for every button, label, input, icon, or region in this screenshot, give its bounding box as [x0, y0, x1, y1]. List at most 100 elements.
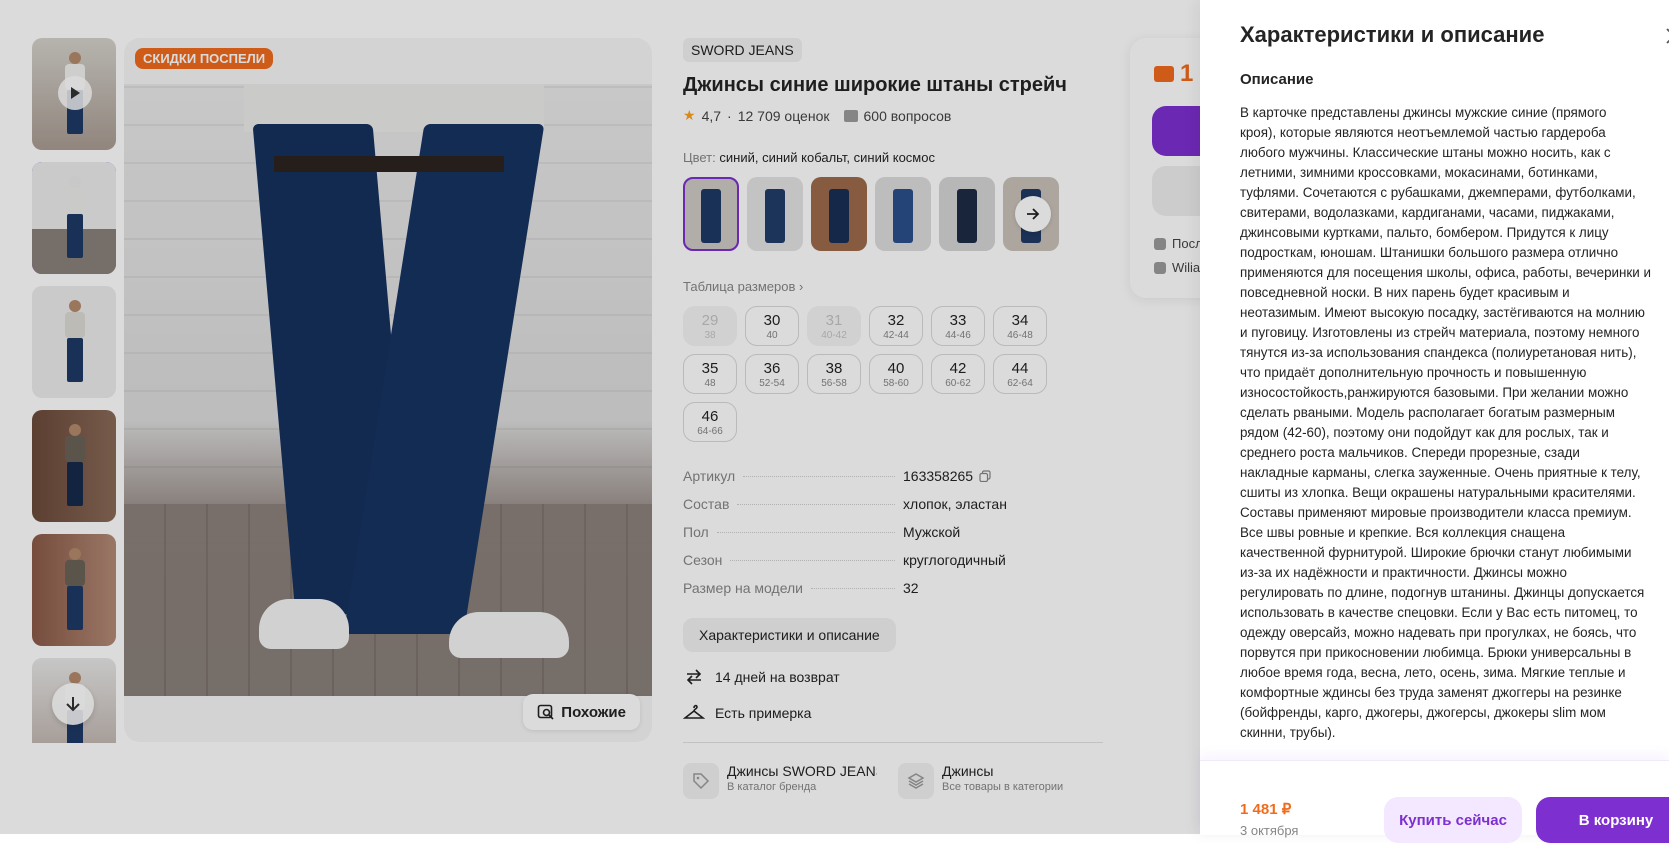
size-range: 44-46 — [945, 329, 971, 341]
size-option[interactable]: 36 52-54 — [745, 354, 799, 394]
spec-value-text: круглогодичный — [903, 552, 1006, 568]
size-option[interactable]: 40 58-60 — [869, 354, 923, 394]
size-range: 60-62 — [945, 377, 971, 389]
add-to-cart-button[interactable]: В корзину — [1536, 797, 1669, 843]
color-swatch-1[interactable] — [683, 177, 739, 251]
spec-row: Размер на модели 32 — [683, 580, 1103, 608]
spec-value-text: Мужской — [903, 524, 961, 540]
swatches-next-button[interactable] — [1015, 196, 1051, 232]
size-option[interactable]: 30 40 — [745, 306, 799, 346]
drawer-footer: 1 481 ₽ 3 октября Купить сейчас В корзин… — [1200, 760, 1669, 843]
size-number: 33 — [949, 311, 967, 329]
brand-badge[interactable]: SWORD JEANS — [683, 38, 802, 62]
catalog-links: Джинсы SWORD JEANS В каталог бренда Джин… — [683, 763, 1103, 799]
similar-button[interactable]: Похожие — [523, 694, 640, 730]
thumbnail-list[interactable] — [32, 38, 116, 743]
spec-list: Артикул 163358265 Состав хлопок, эластан Пол… — [683, 468, 1103, 608]
size-option[interactable]: 33 44-46 — [931, 306, 985, 346]
delivery-date: 3 октября — [1240, 823, 1299, 838]
category-link-sub: Все товары в категории — [942, 781, 1064, 793]
perk-fitting: Есть примерка — [683, 702, 1103, 724]
product-page: СКИДКИ ПОСПЕЛИ Похожие SWORD JEANS Джинс… — [0, 0, 1669, 843]
color-value: синий, синий кобальт, синий космос — [719, 150, 935, 165]
size-number: 42 — [949, 359, 967, 377]
product-photo — [124, 84, 652, 696]
size-option[interactable]: 42 60-62 — [931, 354, 985, 394]
buy-card-price: 1 — [1154, 60, 1193, 88]
size-option[interactable]: 35 48 — [683, 354, 737, 394]
characteristics-button[interactable]: Характеристики и описание — [683, 618, 896, 652]
spec-row: Пол Мужской — [683, 524, 1103, 552]
main-product-image[interactable]: СКИДКИ ПОСПЕЛИ Похожие — [124, 38, 652, 742]
copy-icon[interactable] — [979, 470, 991, 482]
layers-icon — [907, 773, 925, 789]
spec-value: 163358265 — [903, 468, 1103, 484]
buy-card-line-2: Wilia — [1154, 260, 1200, 275]
size-range: 42-44 — [883, 329, 909, 341]
spec-key: Состав — [683, 496, 730, 512]
size-number: 35 — [701, 359, 719, 377]
arrow-down-icon — [66, 697, 80, 712]
product-info: SWORD JEANS Джинсы синие широкие штаны с… — [683, 38, 1103, 799]
spec-row: Состав хлопок, эластан — [683, 496, 1103, 524]
spec-value: Мужской — [903, 524, 1103, 540]
scroll-down-button[interactable] — [52, 683, 94, 725]
close-icon — [1666, 28, 1669, 44]
buy-now-button[interactable]: Купить сейчас — [1384, 797, 1522, 843]
rating-row[interactable]: ★ 4,7 · 12 709 оценок 600 вопросов — [683, 107, 1103, 124]
similar-label: Похожие — [561, 703, 626, 721]
size-range: 46-48 — [1007, 329, 1033, 341]
category-link[interactable]: Джинсы Все товары в категории — [898, 763, 1103, 799]
brand-link-sub: В каталог бренда — [727, 781, 817, 793]
divider — [683, 742, 1103, 743]
size-range: 64-66 — [697, 425, 723, 437]
spec-dots — [737, 504, 895, 505]
truck-icon — [1154, 261, 1166, 274]
spec-key: Сезон — [683, 552, 723, 568]
brand-link-title: Джинсы SWORD JEANS — [727, 763, 877, 779]
brand-catalog-link[interactable]: Джинсы SWORD JEANS В каталог бренда — [683, 763, 888, 799]
size-number: 32 — [887, 311, 905, 329]
size-option[interactable]: 46 64-66 — [683, 402, 737, 442]
characteristics-drawer: Характеристики и описание Описание В кар… — [1200, 0, 1669, 843]
color-swatch-4[interactable] — [875, 177, 931, 251]
size-range: 40-42 — [821, 329, 847, 341]
size-range: 56-58 — [821, 377, 847, 389]
thumbnail-5[interactable] — [32, 534, 116, 646]
close-button[interactable] — [1664, 26, 1669, 46]
spec-value-text: 163358265 — [903, 468, 974, 484]
size-number: 46 — [701, 407, 719, 425]
buy-card: 1 Посл Wilia — [1130, 38, 1212, 298]
color-swatch-3[interactable] — [811, 177, 867, 251]
size-range: 48 — [704, 377, 716, 389]
thumbnail-4[interactable] — [32, 410, 116, 522]
star-icon: ★ — [683, 107, 696, 123]
size-range: 38 — [704, 329, 716, 341]
spec-value-text: хлопок, эластан — [903, 496, 1007, 512]
thumbnail-3[interactable] — [32, 286, 116, 398]
size-table-link[interactable]: Таблица размеров › — [683, 279, 1103, 294]
tag-icon — [693, 773, 710, 790]
thumbnail-video[interactable] — [32, 38, 116, 150]
thumbnail-selected[interactable] — [32, 162, 116, 274]
size-option[interactable]: 38 56-58 — [807, 354, 861, 394]
size-option[interactable]: 32 42-44 — [869, 306, 923, 346]
spec-value: 32 — [903, 580, 1103, 596]
sale-badge: СКИДКИ ПОСПЕЛИ — [135, 48, 274, 69]
spec-value-text: 32 — [903, 580, 919, 596]
spec-key: Артикул — [683, 468, 736, 484]
color-swatch-5[interactable] — [939, 177, 995, 251]
size-number: 30 — [763, 311, 781, 329]
perk-return: 14 дней на возврат — [683, 666, 1103, 688]
size-option[interactable]: 44 62-64 — [993, 354, 1047, 394]
size-option[interactable]: 34 46-48 — [993, 306, 1047, 346]
size-number: 36 — [763, 359, 781, 377]
arrow-right-icon — [1027, 208, 1040, 220]
product-title: Джинсы синие широкие штаны стрейч — [683, 74, 1067, 96]
color-swatches — [683, 177, 1063, 251]
questions-count[interactable]: 600 вопросов — [864, 108, 952, 124]
reviews-count[interactable]: 12 709 оценок — [738, 108, 830, 124]
color-swatch-2[interactable] — [747, 177, 803, 251]
wallet-icon — [1154, 66, 1174, 82]
play-icon[interactable] — [58, 76, 92, 110]
